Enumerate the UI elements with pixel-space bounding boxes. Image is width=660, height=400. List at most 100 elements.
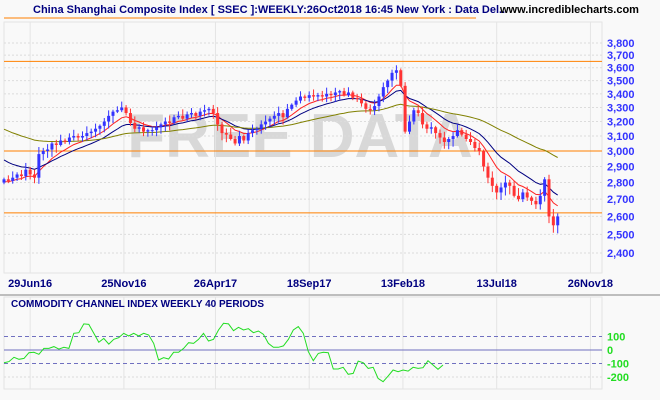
candle	[37, 147, 41, 184]
candle	[399, 68, 403, 88]
y-tick-label: 3,300	[607, 102, 635, 114]
candle-body	[412, 110, 416, 122]
candle-body	[46, 149, 50, 152]
candle-body	[298, 96, 302, 101]
candle	[338, 89, 342, 100]
candle-body	[24, 169, 28, 177]
candle-body	[120, 107, 124, 111]
candle-body	[6, 179, 10, 181]
y-tick-label: 3,100	[607, 131, 635, 143]
candle	[329, 91, 333, 102]
candle-body	[50, 143, 54, 150]
x-tick-label: 18Sep17	[287, 278, 332, 290]
candle-body	[259, 124, 263, 129]
candle	[486, 162, 490, 184]
candle-body	[495, 185, 499, 193]
candle-body	[390, 72, 394, 81]
candle-body	[447, 138, 451, 142]
candle-body	[163, 121, 167, 125]
candle-body	[394, 70, 398, 73]
candle-body	[54, 143, 58, 145]
candle	[355, 94, 359, 103]
candle-body	[416, 110, 420, 114]
cci-panel	[3, 296, 603, 390]
candle	[495, 183, 499, 200]
candle-body	[242, 136, 246, 141]
candle-body	[142, 127, 146, 132]
candle-body	[377, 96, 381, 107]
candle-body	[473, 141, 477, 148]
candle-body	[294, 100, 298, 105]
y-tick-label: 3,400	[607, 89, 635, 101]
candle	[473, 138, 477, 152]
candle	[346, 87, 350, 97]
candle	[307, 91, 311, 102]
candle-body	[150, 130, 154, 132]
candle	[390, 69, 394, 87]
candle	[403, 82, 407, 134]
candle-body	[272, 115, 276, 119]
site-link[interactable]: www.incrediblecharts.com	[499, 4, 639, 16]
candle	[543, 177, 547, 202]
y-tick-label: 2,500	[607, 229, 635, 241]
candle-body	[351, 92, 355, 98]
candle-body	[224, 133, 228, 135]
candle-body	[277, 113, 281, 116]
x-tick-label: 29Jun16	[8, 278, 52, 290]
candle-body	[19, 174, 23, 177]
candle	[76, 133, 80, 142]
candle-body	[477, 147, 481, 152]
candle	[63, 138, 67, 144]
y-tick-label: 3,700	[607, 50, 635, 62]
chart-window: China Shanghai Composite Index [ SSEC ]:…	[0, 0, 660, 400]
candle-body	[307, 95, 311, 98]
candle-body	[338, 91, 342, 93]
candle-body	[464, 134, 468, 139]
candle-body	[381, 87, 385, 97]
candle	[67, 133, 71, 145]
y-tick-label: 3,800	[607, 38, 635, 50]
candle-body	[168, 121, 172, 123]
candle-body	[102, 121, 106, 126]
candle-body	[41, 151, 45, 155]
candle-body	[429, 127, 433, 129]
candle-body	[85, 133, 89, 137]
candle-body	[137, 127, 141, 129]
candle	[46, 144, 50, 158]
candle-body	[220, 124, 224, 134]
candle-body	[543, 179, 547, 196]
candle-body	[237, 136, 241, 144]
candle-body	[89, 131, 93, 134]
candle-body	[303, 96, 307, 98]
candle-body	[255, 128, 259, 131]
candle	[72, 129, 76, 141]
x-tick-label: 13Jul18	[476, 278, 516, 290]
candle-body	[28, 169, 32, 175]
candle-body	[146, 130, 150, 132]
candle	[303, 94, 307, 102]
candle-body	[342, 91, 346, 96]
candle	[477, 142, 481, 156]
y-tick-label: 2,400	[607, 248, 635, 260]
candle	[538, 189, 542, 210]
candle	[534, 196, 538, 209]
candle	[547, 174, 551, 224]
x-tick-label: 26Apr17	[194, 278, 237, 290]
candle-body	[525, 192, 529, 198]
candle-body	[455, 130, 459, 137]
x-tick-label: 25Nov16	[101, 278, 146, 290]
candle	[89, 128, 93, 139]
candle-body	[268, 118, 272, 122]
candle-body	[33, 174, 37, 178]
candle-body	[172, 117, 176, 123]
candle-body	[360, 99, 364, 104]
candle-body	[320, 95, 324, 97]
candle	[333, 87, 337, 102]
candle-body	[421, 113, 425, 125]
candle-body	[285, 108, 289, 118]
candle-body	[490, 177, 494, 186]
candle-body	[76, 136, 80, 138]
candle	[33, 169, 37, 184]
candle-body	[128, 113, 132, 123]
candle-body	[133, 122, 137, 129]
